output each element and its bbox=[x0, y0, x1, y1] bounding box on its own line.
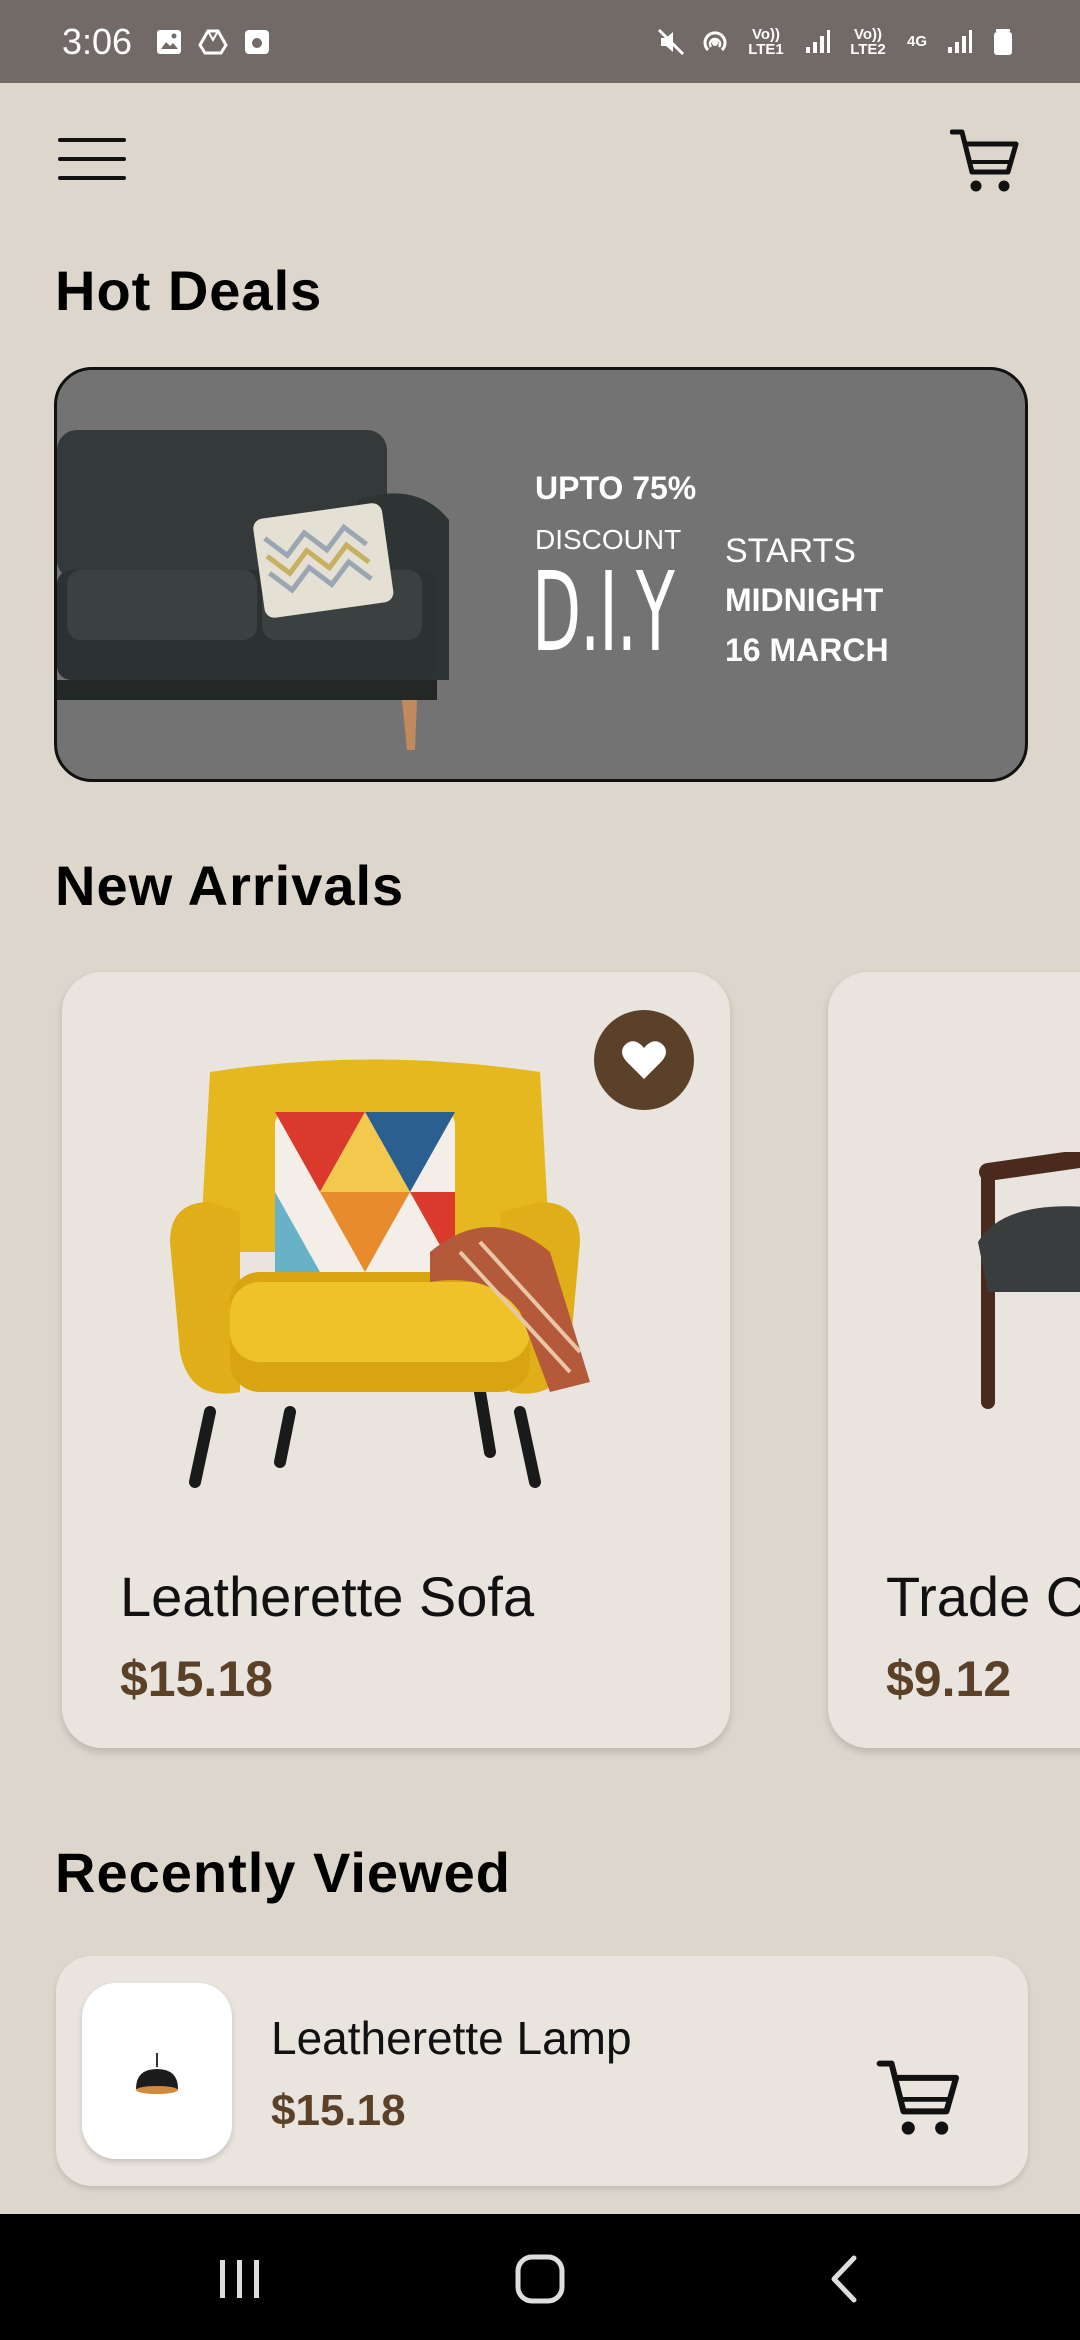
favorite-button[interactable] bbox=[594, 1010, 694, 1110]
wooden-chair-image bbox=[978, 1152, 1080, 1409]
sofa-image bbox=[57, 430, 449, 750]
hotspot-icon bbox=[703, 30, 727, 51]
mute-icon bbox=[657, 28, 685, 55]
product-name: Leatherette Sofa bbox=[120, 1565, 535, 1628]
recent-item-price: $15.18 bbox=[271, 2086, 406, 2135]
heart-icon bbox=[622, 1041, 666, 1079]
recently-viewed-title: Recently Viewed bbox=[55, 1841, 511, 1904]
notification-icons bbox=[154, 27, 272, 57]
banner-brand: D.I.Y bbox=[532, 548, 675, 676]
volte-lte2-icon: Vo)) LTE2 bbox=[850, 25, 886, 58]
recent-item-thumbnail bbox=[82, 1983, 232, 2159]
recent-apps-icon[interactable] bbox=[210, 2252, 270, 2306]
shopping-cart-icon bbox=[876, 2060, 960, 2135]
recent-item[interactable]: Leatherette Lamp $15.18 bbox=[56, 1956, 1028, 2186]
4g-icon: 4G bbox=[906, 33, 927, 50]
new-arrivals-title: New Arrivals bbox=[55, 854, 405, 917]
hot-deals-title: Hot Deals bbox=[55, 259, 323, 322]
lamp-image bbox=[136, 2053, 178, 2094]
product-card[interactable]: Trade C $9.12 bbox=[828, 972, 1080, 1748]
banner-starts: STARTS bbox=[725, 532, 856, 570]
menu-button[interactable] bbox=[58, 138, 126, 186]
banner-date: 16 MARCH bbox=[725, 632, 889, 668]
cart-button[interactable] bbox=[950, 124, 1020, 196]
status-time: 3:06 bbox=[62, 20, 133, 62]
recent-item-name: Leatherette Lamp bbox=[271, 2012, 632, 2064]
system-icons: Vo)) LTE1 Vo)) LTE2 4G bbox=[656, 27, 1018, 57]
signal-icon bbox=[806, 29, 830, 53]
battery-icon bbox=[994, 28, 1012, 55]
signal-icon bbox=[948, 29, 972, 53]
hot-deal-banner[interactable]: UPTO 75% DISCOUNT D.I.Y STARTS MIDNIGHT … bbox=[54, 367, 1028, 782]
image-icon bbox=[157, 29, 182, 54]
status-bar: 3:06 Vo)) LTE1 Vo)) LTE2 4G bbox=[0, 0, 1080, 83]
system-nav-bar bbox=[0, 2214, 1080, 2340]
drive-icon bbox=[198, 29, 228, 54]
product-card[interactable]: Leatherette Sofa $15.18 bbox=[62, 972, 730, 1748]
product-price: $15.18 bbox=[120, 1651, 273, 1707]
banner-midnight: MIDNIGHT bbox=[725, 582, 884, 618]
hamburger-menu-icon bbox=[58, 138, 126, 142]
home-icon[interactable] bbox=[510, 2252, 570, 2306]
volte-lte1-icon: Vo)) LTE1 bbox=[748, 25, 784, 58]
product-price: $9.12 bbox=[886, 1651, 1012, 1707]
product-name: Trade C bbox=[886, 1565, 1080, 1628]
banner-discount-amount: UPTO 75% bbox=[535, 470, 697, 506]
square-app-icon bbox=[245, 29, 270, 54]
add-to-cart-button[interactable] bbox=[876, 2054, 962, 2140]
back-icon[interactable] bbox=[816, 2252, 876, 2306]
armchair-image bbox=[170, 1059, 590, 1488]
shopping-cart-icon bbox=[950, 129, 1019, 192]
